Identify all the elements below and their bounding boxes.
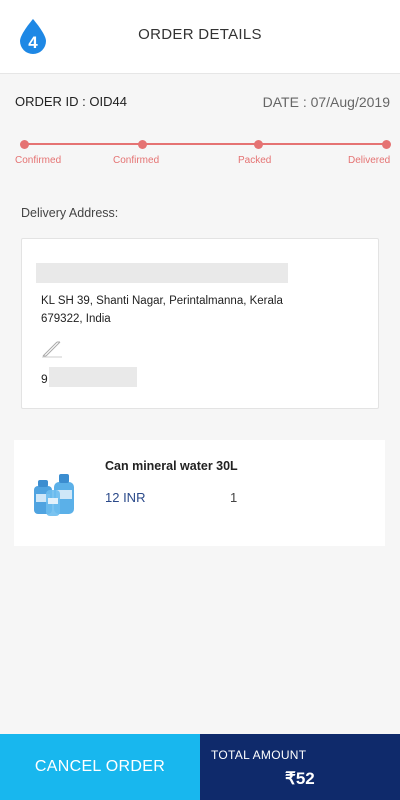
phone-prefix: 9 <box>41 372 48 386</box>
item-price: 12 INR <box>105 490 146 505</box>
order-item-card[interactable]: Can mineral water 30L 12 INR 1 <box>14 440 385 546</box>
edit-pencil-icon[interactable] <box>41 340 63 358</box>
cancel-order-button[interactable]: CANCEL ORDER <box>0 734 200 800</box>
tracker-line <box>24 143 386 145</box>
tracker-label-delivered: Delivered <box>348 155 391 166</box>
tracker-dot-confirmed-2 <box>138 140 147 149</box>
page-title: ORDER DETAILS <box>138 26 262 43</box>
order-date: DATE : 07/Aug/2019 <box>262 94 390 110</box>
tracker-dot-confirmed <box>20 140 29 149</box>
tracker-dot-packed <box>254 140 263 149</box>
redacted-name <box>36 263 288 283</box>
delivery-address-card: KL SH 39, Shanti Nagar, Perintalmanna, K… <box>21 238 379 409</box>
address-text: KL SH 39, Shanti Nagar, Perintalmanna, K… <box>41 292 331 328</box>
tracker-label-packed: Packed <box>238 155 272 166</box>
tracker-label-confirmed: Confirmed <box>15 155 62 166</box>
item-name: Can mineral water 30L <box>105 459 238 473</box>
address-line-1: KL SH 39, Shanti Nagar, Perintalmanna, K… <box>41 295 283 307</box>
order-id: ORDER ID : OID44 <box>15 94 127 109</box>
total-amount-label: TOTAL AMOUNT <box>211 748 307 762</box>
redacted-phone <box>49 367 137 387</box>
delivery-address-label: Delivery Address: <box>21 206 119 220</box>
address-line-2: 679322, India <box>41 313 111 325</box>
total-amount-value: ₹52 <box>285 769 315 788</box>
water-can-icon <box>32 468 78 518</box>
item-quantity: 1 <box>230 490 238 505</box>
app-header: 4 ORDER DETAILS <box>0 0 400 74</box>
total-amount-panel: TOTAL AMOUNT ₹52 <box>200 734 400 800</box>
tracker-dot-delivered <box>382 140 391 149</box>
order-progress-tracker <box>20 140 391 149</box>
tracker-label-confirmed-2: Confirmed <box>113 155 160 166</box>
order-info-row: ORDER ID : OID44 DATE : 07/Aug/2019 <box>15 94 390 110</box>
